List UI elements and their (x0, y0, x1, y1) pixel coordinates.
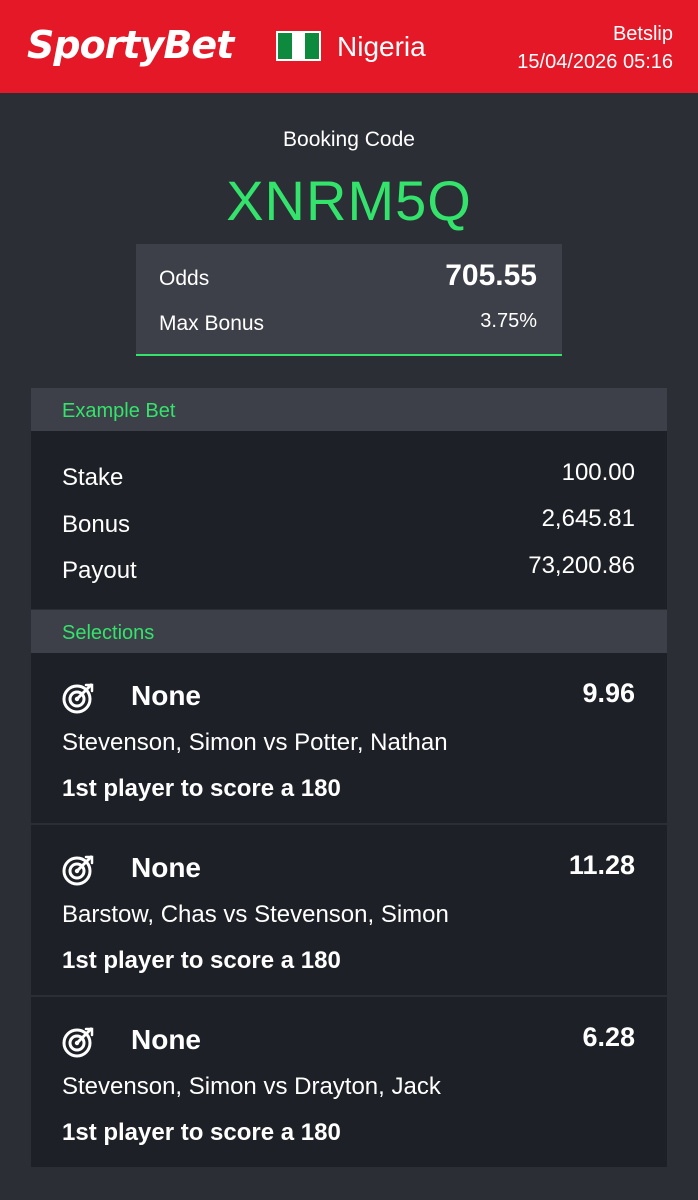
selection-odds: 6.28 (582, 1022, 635, 1052)
selection-match: Stevenson, Simon vs Potter, Nathan (62, 729, 448, 756)
bonus-value: 2,645.81 (541, 505, 635, 532)
selection-item[interactable]: None 9.96 Stevenson, Simon vs Potter, Na… (31, 653, 667, 825)
odds-value: 705.55 (445, 259, 537, 292)
selection-market: 1st player to score a 180 (62, 775, 341, 802)
selections-header: Selections (31, 610, 667, 653)
odds-summary: Odds 705.55 Max Bonus 3.75% (136, 244, 562, 356)
selection-match: Barstow, Chas vs Stevenson, Simon (62, 901, 449, 928)
selection-pick: None (131, 1024, 201, 1055)
nigeria-flag-icon (276, 31, 321, 61)
selection-item[interactable]: None 6.28 Stevenson, Simon vs Drayton, J… (31, 997, 667, 1169)
betslip-datetime: 15/04/2026 05:16 (517, 51, 673, 73)
selection-item[interactable]: None 11.28 Barstow, Chas vs Stevenson, S… (31, 825, 667, 997)
stake-label: Stake (62, 464, 124, 491)
bonus-label: Bonus (62, 511, 131, 538)
selection-market: 1st player to score a 180 (62, 947, 341, 974)
booking-code-label: Booking Code (283, 128, 415, 151)
country-label: Nigeria (337, 31, 426, 62)
selections-panel: None 9.96 Stevenson, Simon vs Potter, Na… (31, 653, 667, 1167)
selections-title: Selections (62, 622, 155, 644)
dartboard-icon (62, 1027, 94, 1058)
brand-logo[interactable]: SportyBet (27, 22, 234, 68)
selection-market: 1st player to score a 180 (62, 1119, 341, 1146)
payout-value: 73,200.86 (528, 552, 635, 579)
example-bet-title: Example Bet (62, 400, 176, 422)
payout-label: Payout (62, 557, 137, 584)
max-bonus-value: 3.75% (480, 310, 537, 332)
selection-pick: None (131, 680, 201, 711)
dartboard-icon (62, 683, 94, 714)
example-bet-panel: Stake 100.00 Bonus 2,645.81 Payout 73,20… (31, 431, 667, 609)
betslip-label: Betslip (612, 23, 673, 45)
max-bonus-label: Max Bonus (159, 312, 265, 335)
app-header: SportyBet Nigeria Betslip 15/04/2026 05:… (0, 0, 698, 93)
dartboard-icon (62, 855, 94, 886)
booking-code[interactable]: XNRM5Q (0, 168, 698, 234)
odds-label: Odds (159, 267, 210, 290)
stake-value: 100.00 (561, 459, 635, 486)
selection-odds: 9.96 (582, 678, 635, 708)
selection-pick: None (131, 852, 201, 883)
example-bet-header: Example Bet (31, 388, 667, 431)
selection-match: Stevenson, Simon vs Drayton, Jack (62, 1073, 441, 1100)
selection-odds: 11.28 (568, 850, 635, 880)
